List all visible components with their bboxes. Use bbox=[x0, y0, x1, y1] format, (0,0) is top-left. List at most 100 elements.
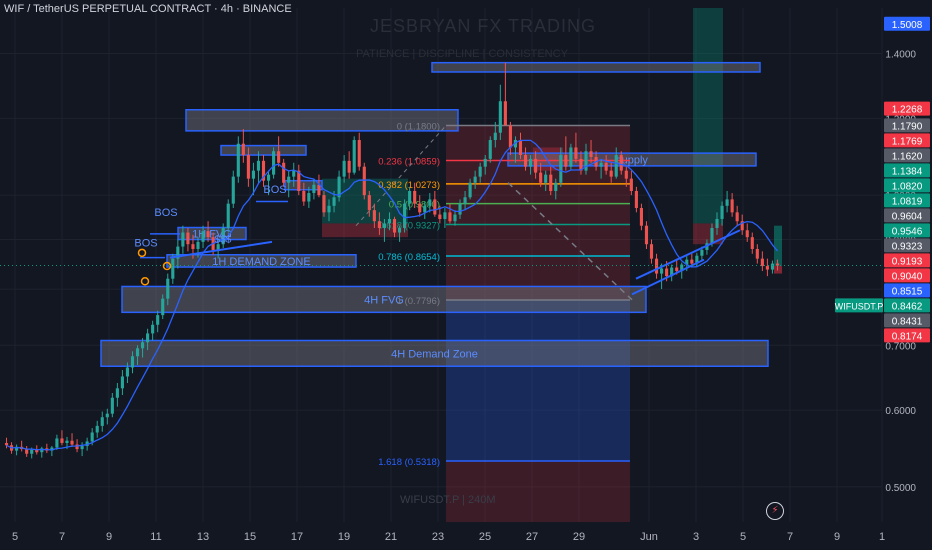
price-tag-label: 1.0819 bbox=[892, 196, 923, 207]
candle-body bbox=[433, 199, 437, 215]
candle-body bbox=[347, 160, 351, 173]
price-tag-label: 0.9193 bbox=[892, 256, 923, 267]
candle-body bbox=[589, 151, 593, 157]
watermark-brand: JESBRYAN FX TRADING bbox=[370, 16, 597, 36]
candle-body bbox=[443, 212, 447, 219]
candle-body bbox=[750, 237, 754, 249]
candle-body bbox=[382, 223, 387, 228]
price-tag-label: 0.8462 bbox=[892, 301, 923, 312]
long-position-risk-box bbox=[774, 266, 782, 274]
alert-lightning-icon[interactable]: ⚡ bbox=[766, 502, 784, 520]
symbol-watermark: WIFUSDT.P | 240M bbox=[400, 494, 496, 506]
candle-body bbox=[624, 170, 628, 179]
zone-box bbox=[220, 144, 307, 156]
candle-body bbox=[277, 151, 281, 163]
candle-body bbox=[639, 207, 643, 226]
price-tag-label: 1.2268 bbox=[892, 105, 923, 116]
price-tag-label: 1.1620 bbox=[892, 151, 923, 162]
fib-level-label: 0.382 (1.0273) bbox=[378, 180, 440, 191]
candle-body bbox=[30, 449, 34, 454]
candle-body bbox=[171, 258, 175, 279]
bos-label: BOS bbox=[154, 207, 177, 219]
time-tick-label: 7 bbox=[787, 531, 793, 543]
candle-body bbox=[367, 195, 371, 211]
candle-body bbox=[201, 231, 205, 242]
fib-level-label: 0.786 (0.8654) bbox=[378, 252, 440, 263]
candle-body bbox=[735, 212, 739, 222]
candle-body bbox=[196, 241, 200, 249]
candle-body bbox=[408, 190, 412, 204]
candle-body bbox=[665, 268, 669, 277]
candlestick-chart[interactable]: supply1H FVG1H DEMAND ZONE4H FVG4H Deman… bbox=[0, 0, 932, 550]
candle-body bbox=[529, 158, 533, 167]
candle-body bbox=[745, 230, 749, 238]
candle-body bbox=[634, 190, 638, 208]
candle-body bbox=[156, 315, 160, 325]
price-tag-label: 0.9546 bbox=[892, 226, 923, 237]
candle-body bbox=[428, 199, 432, 206]
liquidity-label: $$$ bbox=[215, 235, 232, 246]
candle-body bbox=[246, 155, 250, 179]
price-tag-label: 0.8431 bbox=[892, 316, 923, 327]
candle-body bbox=[120, 376, 124, 389]
time-tick-label: 1 bbox=[879, 531, 885, 543]
price-tag-label: 1.5008 bbox=[892, 20, 923, 31]
candle-body bbox=[544, 174, 548, 183]
time-tick-label: 15 bbox=[244, 531, 256, 543]
candle-body bbox=[554, 182, 558, 191]
candle-body bbox=[251, 170, 255, 179]
candle-body bbox=[75, 444, 79, 450]
price-tick-label: 0.5000 bbox=[885, 483, 916, 494]
candle-body bbox=[473, 176, 477, 183]
fib-level-label: 1.618 (0.5318) bbox=[378, 457, 440, 468]
time-tick-label: 17 bbox=[291, 531, 303, 543]
candle-body bbox=[498, 101, 502, 133]
candle-body bbox=[60, 438, 64, 443]
candle-body bbox=[564, 155, 568, 167]
time-tick-label: 13 bbox=[197, 531, 209, 543]
candle-body bbox=[282, 162, 286, 183]
price-tag-label: 0.8515 bbox=[892, 286, 923, 297]
candle-body bbox=[559, 155, 563, 183]
candle-body bbox=[397, 227, 402, 233]
long-position-target-box bbox=[774, 225, 782, 267]
candle-body bbox=[100, 417, 104, 426]
candle-body bbox=[654, 258, 659, 274]
candle-body bbox=[478, 166, 482, 177]
candle-body bbox=[70, 440, 74, 445]
candle-body bbox=[755, 248, 759, 259]
candle-body bbox=[438, 214, 442, 219]
price-tag-label: 1.0820 bbox=[892, 181, 923, 192]
candle-body bbox=[161, 298, 165, 316]
candle-body bbox=[166, 278, 170, 299]
time-tick-label: 9 bbox=[834, 531, 840, 543]
candle-body bbox=[720, 205, 724, 219]
candle-body bbox=[65, 440, 69, 443]
price-tag-label: 1.1384 bbox=[892, 166, 923, 177]
time-tick-label: 5 bbox=[740, 531, 746, 543]
candle-body bbox=[599, 162, 603, 167]
candle-body bbox=[423, 205, 427, 213]
price-tag-label: 1.1790 bbox=[892, 121, 923, 132]
time-tick-label: Jun bbox=[640, 531, 658, 543]
fib-level-label: 0.618 (0.9327) bbox=[378, 220, 440, 231]
bos-label: BOS bbox=[134, 238, 157, 250]
time-tick-label: 9 bbox=[106, 531, 112, 543]
candle-body bbox=[418, 203, 422, 213]
candle-body bbox=[609, 170, 613, 177]
candle-body bbox=[629, 178, 633, 191]
candle-body bbox=[403, 203, 407, 228]
candle-body bbox=[715, 218, 719, 228]
candle-body bbox=[690, 259, 694, 264]
candle-body bbox=[231, 176, 235, 204]
candle-body bbox=[302, 190, 306, 202]
time-tick-label: 5 bbox=[12, 531, 18, 543]
candle-body bbox=[377, 221, 381, 228]
candle-body bbox=[327, 205, 331, 213]
candle-body bbox=[146, 333, 150, 343]
candle-body bbox=[25, 449, 29, 454]
candle-body bbox=[539, 172, 543, 183]
price-tag-label: 0.8174 bbox=[892, 331, 923, 342]
candle-body bbox=[292, 170, 296, 177]
candle-body bbox=[95, 425, 99, 433]
